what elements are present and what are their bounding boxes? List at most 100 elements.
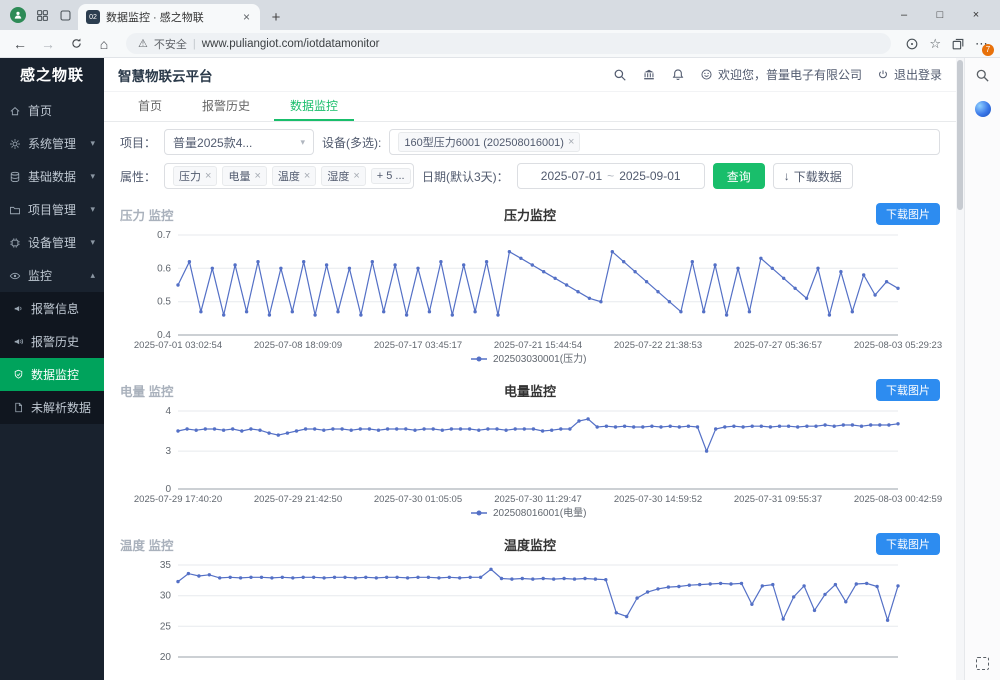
sidebar-item-home[interactable]: 首页: [0, 94, 104, 127]
svg-text:3: 3: [165, 446, 171, 457]
chip-icon: [9, 237, 21, 249]
maximize-button[interactable]: □: [922, 0, 958, 30]
project-label: 项目：: [120, 134, 156, 151]
tab-home[interactable]: 首页: [122, 92, 178, 121]
remove-tag-icon[interactable]: ×: [254, 170, 260, 182]
home-button[interactable]: ⌂: [92, 32, 116, 56]
forward-button[interactable]: →: [36, 32, 60, 56]
database-icon: [9, 171, 21, 183]
attr-tag: 温度×: [272, 166, 316, 186]
tab-alarm-history[interactable]: 报警历史: [186, 92, 266, 121]
browser-tab[interactable]: 02 数据监控 · 感之物联 ×: [78, 4, 260, 30]
sidebar-item-basedata[interactable]: 基础数据 ▾: [0, 160, 104, 193]
sidebar-item-system[interactable]: 系统管理 ▾: [0, 127, 104, 160]
browser-window: 02 数据监控 · 感之物联 × + – □ × ← → ⌂ ⚠ 不安全 | w…: [0, 0, 1000, 680]
power-icon: [877, 69, 889, 81]
address-bar[interactable]: ⚠ 不安全 | www.puliangiot.com/iotdatamonito…: [126, 33, 891, 54]
project-select[interactable]: 普量2025款4... ▾: [164, 129, 314, 155]
app-frame: 感之物联 首页 系统管理 ▾ 基础数据 ▾ 项目管理 ▾: [0, 58, 1000, 680]
search-icon[interactable]: [613, 68, 627, 82]
collections-icon[interactable]: [951, 37, 965, 51]
gear-icon: [9, 138, 21, 150]
pressure-section: 压力 监控 压力监控 下载图片 0.40.50.60.72025-07-01 0…: [104, 199, 956, 375]
remove-tag-icon[interactable]: ×: [304, 170, 310, 182]
electricity-chart-canvas: 0342025-07-29 17:40:202025-07-29 21:42:5…: [120, 403, 940, 525]
download-image-button[interactable]: 下载图片: [876, 379, 940, 401]
section-label: 电量 监控: [120, 381, 173, 400]
workspaces-grid-icon[interactable]: [36, 9, 49, 22]
svg-text:2025-07-22 21:38:53: 2025-07-22 21:38:53: [614, 340, 702, 351]
scrollbar-thumb[interactable]: [957, 60, 963, 210]
sidebar-item-data-monitor[interactable]: 数据监控: [0, 358, 104, 391]
download-image-button[interactable]: 下载图片: [876, 533, 940, 555]
device-multiselect[interactable]: 160型压力6001 (202508016001) ×: [389, 129, 940, 155]
date-range-picker[interactable]: 2025-07-01 ~ 2025-09-01: [517, 163, 705, 189]
profile-avatar-icon[interactable]: [10, 7, 26, 23]
eye-icon: [9, 270, 21, 282]
browser-tab-strip: 02 数据监控 · 感之物联 × + – □ ×: [0, 0, 1000, 30]
security-warning-icon: ⚠: [138, 37, 148, 50]
device-tag: 160型压力6001 (202508016001) ×: [398, 132, 580, 152]
svg-text:2025-08-03 00:42:59: 2025-08-03 00:42:59: [854, 494, 942, 505]
extensions-badge: 7: [982, 44, 994, 56]
sidebar-item-unparsed[interactable]: 未解析数据: [0, 391, 104, 424]
url-divider: |: [193, 38, 196, 50]
svg-text:20: 20: [160, 652, 172, 663]
page-scrollbar[interactable]: [956, 58, 964, 680]
browser-toolbar: ← → ⌂ ⚠ 不安全 | www.puliangiot.com/iotdata…: [0, 30, 1000, 58]
screenshot-tool-icon[interactable]: [976, 657, 989, 670]
chevron-down-icon: ▾: [90, 171, 95, 182]
app-logo: 感之物联: [0, 58, 104, 94]
tab-actions-icon[interactable]: [59, 9, 72, 22]
speaker-waves-icon: [13, 336, 24, 347]
sidebar-search-icon[interactable]: [975, 68, 990, 83]
caret-down-icon: ▾: [300, 137, 305, 148]
remove-tag-icon[interactable]: ×: [353, 170, 359, 182]
shield-check-icon: [13, 369, 24, 380]
svg-text:2025-07-21 15:44:54: 2025-07-21 15:44:54: [494, 340, 582, 351]
remove-tag-icon[interactable]: ×: [568, 136, 574, 148]
speaker-icon: [13, 303, 24, 314]
attr-tag: 电量×: [222, 166, 266, 186]
settings-ellipsis-icon[interactable]: ⋯ 7: [975, 36, 988, 52]
back-button[interactable]: ←: [8, 32, 32, 56]
date-end: 2025-09-01: [619, 169, 680, 183]
sidebar-item-monitor[interactable]: 监控 ▴: [0, 259, 104, 292]
reader-icon[interactable]: [905, 37, 919, 51]
svg-text:202503030001(压力): 202503030001(压力): [493, 352, 586, 365]
browser-sidebar: [964, 58, 1000, 680]
pressure-chart-canvas: 0.40.50.60.72025-07-01 03:02:542025-07-0…: [120, 227, 940, 371]
sidebar-item-alarm-info[interactable]: 报警信息: [0, 292, 104, 325]
welcome-user[interactable]: 欢迎您，普量电子有限公司: [700, 66, 862, 83]
sidebar-item-project[interactable]: 项目管理 ▾: [0, 193, 104, 226]
logout-button[interactable]: 退出登录: [877, 66, 942, 83]
tab-data-monitor[interactable]: 数据监控: [274, 92, 354, 121]
new-tab-button[interactable]: +: [264, 5, 288, 29]
refresh-button[interactable]: [64, 32, 88, 56]
attr-more-tag[interactable]: + 5 ...: [371, 168, 411, 184]
close-button[interactable]: ×: [958, 0, 994, 30]
svg-text:4: 4: [165, 406, 171, 417]
sidebar-item-device[interactable]: 设备管理 ▾: [0, 226, 104, 259]
minimize-button[interactable]: –: [886, 0, 922, 30]
query-button[interactable]: 查询: [713, 163, 765, 189]
tab-close-icon[interactable]: ×: [241, 10, 252, 24]
svg-text:35: 35: [160, 560, 172, 571]
site-favicon: 02: [86, 10, 100, 24]
favorites-star-icon[interactable]: ☆: [929, 36, 941, 52]
sidebar-item-alarm-history[interactable]: 报警历史: [0, 325, 104, 358]
home-icon: [9, 105, 21, 117]
organization-icon[interactable]: [642, 68, 656, 82]
svg-text:25: 25: [160, 621, 172, 632]
toolbar-right-icons: ☆ ⋯ 7: [901, 36, 992, 52]
copilot-icon[interactable]: [975, 101, 991, 117]
remove-tag-icon[interactable]: ×: [205, 170, 211, 182]
attribute-multiselect[interactable]: 压力× 电量× 温度× 湿度× + 5 ...: [164, 163, 414, 189]
chevron-down-icon: ▾: [90, 138, 95, 149]
download-data-button[interactable]: ↓ 下载数据: [773, 163, 853, 189]
download-image-button[interactable]: 下载图片: [876, 203, 940, 225]
bell-icon[interactable]: [671, 68, 685, 82]
svg-text:2025-07-17 03:45:17: 2025-07-17 03:45:17: [374, 340, 462, 351]
svg-text:0.5: 0.5: [157, 297, 171, 308]
chevron-down-icon: ▾: [90, 204, 95, 215]
